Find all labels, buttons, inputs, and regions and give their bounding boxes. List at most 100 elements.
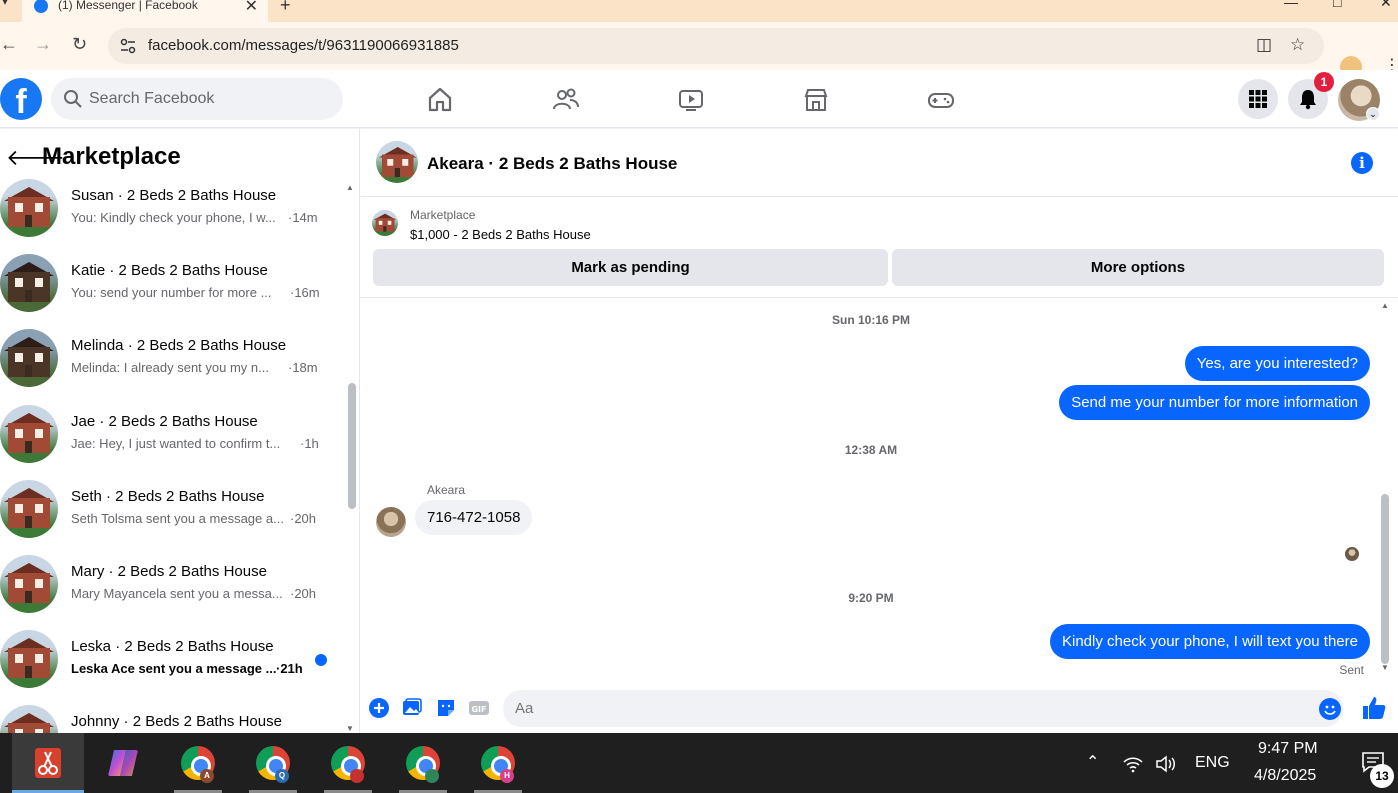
taskbar-chrome-profile[interactable] [387,733,459,793]
incoming-message[interactable]: 716-472-1058 [415,500,533,535]
chrome-profile-badge [350,769,364,783]
timestamp: 12:38 AM [844,443,898,457]
listing-price[interactable]: $1,000 - 2 Beds 2 Baths House [410,227,591,242]
conversation-name: Mary · 2 Beds 2 Baths House [71,563,267,580]
site-settings-icon[interactable] [120,38,136,54]
thread-scroll-up-icon[interactable]: ▲ [1381,301,1389,310]
language-indicator[interactable]: ENG [1195,754,1230,772]
wifi-icon[interactable] [1122,755,1144,773]
conversation-time: ·20h [290,586,317,601]
conversation-name: Seth · 2 Beds 2 Baths House [71,487,265,505]
seen-receipt-avatar [1345,547,1359,561]
conversation-name: Susan · 2 Beds 2 Baths House [71,187,277,204]
conversation-name: Melinda · 2 Beds 2 Baths House [71,337,287,355]
photo-icon[interactable] [401,697,423,719]
conversation-thumbnail [0,630,58,689]
volume-icon[interactable] [1155,754,1177,774]
info-icon[interactable]: i [1351,152,1373,174]
conversation-item[interactable]: Jae · 2 Beds 2 Baths House Jae: Hey, I ju… [0,404,345,480]
sidebar-scrollbar[interactable] [348,383,356,509]
message-input[interactable] [503,690,1283,727]
thread-scroll-down-icon[interactable]: ▼ [1381,663,1389,672]
conversation-item[interactable]: Seth · 2 Beds 2 Baths House Seth Tolsma s… [0,479,345,555]
conversation-item[interactable]: Johnny · 2 Beds 2 Baths House [0,705,345,733]
emoji-icon[interactable] [1319,698,1341,720]
back-icon[interactable]: ← [0,34,18,55]
chrome-profile-badge: Q [275,769,289,783]
friends-icon[interactable] [552,86,580,114]
conversation-thumbnail [0,254,58,313]
chrome-profile-badge [425,769,439,783]
clock-date[interactable]: 4/8/2025 [1254,767,1316,785]
maximize-icon[interactable]: □ [1333,0,1341,10]
chat-listing-thumbnail[interactable] [376,141,418,183]
timestamp: 9:20 PM [848,591,894,605]
facebook-logo-icon[interactable]: f [0,78,42,120]
reload-icon[interactable]: ↻ [72,34,87,55]
home-icon[interactable] [426,86,454,114]
bookmark-star-icon[interactable]: ☆ [1290,35,1305,55]
scroll-down-arrow-icon[interactable]: ▼ [346,724,354,733]
video-icon[interactable] [677,86,705,114]
search-facebook-box[interactable]: Search Facebook [51,78,343,120]
conversation-item[interactable]: Mary · 2 Beds 2 Baths House Mary Mayancel… [0,555,345,630]
show-hidden-icons-chevron-icon[interactable]: ⌃ [1086,752,1099,772]
chat-title[interactable]: Akeara · 2 Beds 2 Baths House [427,154,677,174]
marketplace-icon[interactable] [802,86,830,114]
tab-close-icon[interactable]: ✕ [245,0,258,16]
close-window-icon[interactable]: ✕ [1380,0,1392,11]
taskbar-copilot[interactable] [87,733,159,793]
sender-avatar[interactable] [376,507,406,537]
conversation-item[interactable]: Leska · 2 Beds 2 Baths House Leska Ace se… [0,630,345,705]
mark-as-pending-button[interactable]: Mark as pending [373,249,888,286]
conversation-item[interactable]: Melinda · 2 Beds 2 Baths House Melinda: I… [0,329,345,404]
message-input-box[interactable] [503,690,1343,727]
conversation-name: Johnny · 2 Beds 2 Baths House [71,713,282,731]
conversation-name: Jae · 2 Beds 2 Baths House [71,412,258,430]
conversation-item[interactable]: Katie · 2 Beds 2 Baths House You: send yo… [0,254,345,329]
sticker-icon[interactable] [435,697,457,719]
more-options-button[interactable]: More options [892,249,1384,286]
clock-time[interactable]: 9:47 PM [1258,740,1318,758]
taskbar-chrome-profile[interactable] [312,733,384,793]
outgoing-message[interactable]: Yes, are you interested? [1184,346,1370,381]
conversation-time: ·20h [290,510,317,526]
conversation-snippet: Jae: Hey, I just wanted to confirm t... [71,435,281,451]
unread-indicator [315,654,327,667]
outgoing-message[interactable]: Send me your number for more information [1059,385,1370,420]
outgoing-message[interactable]: Kindly check your phone, I will text you… [1050,624,1370,659]
listing-banner: Marketplace $1,000 - 2 Beds 2 Baths Hous… [361,198,1398,298]
listing-thumbnail[interactable] [372,210,398,236]
conversation-snippet: Leska Ace sent you a message ... [71,661,277,677]
minimize-icon[interactable]: — [1284,0,1298,10]
thumbs-up-icon[interactable] [1361,695,1387,721]
search-input[interactable]: Search Facebook [89,90,214,108]
timestamp: Sun 10:16 PM [831,313,911,327]
conversation-thumbnail [0,555,58,613]
gif-icon[interactable]: GIF [468,697,490,719]
taskbar-snipping-tool[interactable] [12,733,84,793]
taskbar-chrome-profile[interactable]: H [462,733,534,793]
conversation-thumbnail [0,479,58,538]
notification-count-badge: 1 [1314,72,1334,92]
thread-scrollbar[interactable] [1381,494,1389,664]
browser-tab-strip: ▾ (1) Messenger | Facebook ✕ + — □ ✕ [0,0,1398,22]
taskbar-chrome-profile[interactable]: Q [237,733,309,793]
conversation-time: ·1h [300,435,319,451]
taskbar-chrome-profile[interactable]: A [162,733,234,793]
gaming-icon[interactable] [927,86,955,114]
account-chevron-down-icon[interactable]: ⌄ [1366,107,1380,121]
facebook-header: f Search Facebook 1 ⌄ [0,70,1398,128]
tab-search-chevron-icon[interactable]: ▾ [2,0,8,8]
install-app-icon[interactable]: ◫ [1256,35,1272,55]
menu-grid-button[interactable] [1238,79,1278,119]
forward-icon[interactable]: → [34,34,52,55]
browser-tab-messenger[interactable]: (1) Messenger | Facebook ✕ [22,0,268,22]
conversation-snippet: Mary Mayancela sent you a messa... [71,586,283,601]
conversation-item[interactable]: Susan · 2 Beds 2 Baths House You: Kindly … [0,179,345,254]
new-tab-icon[interactable]: + [280,0,291,16]
address-bar[interactable]: facebook.com/messages/t/9631190066931885… [108,28,1324,64]
scroll-up-arrow-icon[interactable]: ▲ [346,183,354,192]
search-icon [64,90,82,108]
plus-actions-icon[interactable] [368,697,390,719]
